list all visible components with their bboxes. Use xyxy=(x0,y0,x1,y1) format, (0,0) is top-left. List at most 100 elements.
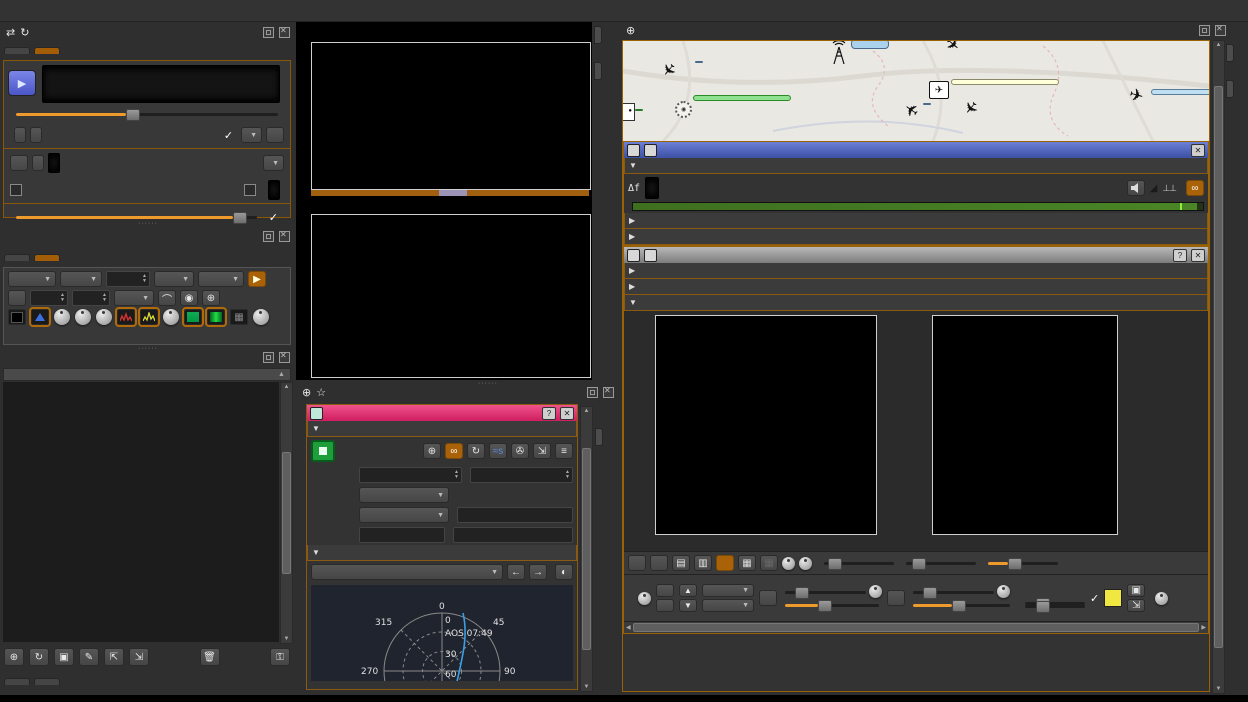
time-dropdown[interactable]: ▼ xyxy=(359,487,449,503)
memory-knob[interactable] xyxy=(1155,592,1168,605)
resize-grip[interactable]: ······ xyxy=(130,346,166,351)
tab-presets[interactable] xyxy=(4,678,30,685)
offset-checkbox[interactable] xyxy=(244,184,256,196)
rfbw-dial[interactable] xyxy=(268,180,280,200)
fm-settings-section[interactable]: ▼ xyxy=(624,158,1208,174)
frequency-scale-bar[interactable] xyxy=(311,190,589,196)
fm-close-icon[interactable]: ✕ xyxy=(1191,144,1205,157)
fft-window-dropdown[interactable]: ▼ xyxy=(8,271,56,287)
delta-frequency-dial[interactable] xyxy=(645,177,659,199)
map-station-icon[interactable]: ● xyxy=(623,103,635,121)
trace-add-button[interactable] xyxy=(656,584,674,597)
current-trace-icon[interactable] xyxy=(140,309,158,325)
time-base-slider[interactable] xyxy=(824,557,894,569)
amp-auto-button[interactable] xyxy=(759,590,777,606)
bias-t-checkbox[interactable]: ✓ xyxy=(224,129,233,142)
dark-theme-icon[interactable]: ◐ xyxy=(555,564,573,580)
range-spinner[interactable]: ▲▼ xyxy=(72,290,110,306)
preset-import-icon[interactable]: ⇲ xyxy=(129,648,149,666)
fm-demod-titlebar[interactable]: ✕ xyxy=(624,142,1208,158)
decay-knob[interactable] xyxy=(54,309,70,325)
tracker-find-icon[interactable]: ⊕ xyxy=(423,443,441,459)
analyzer-titlebar[interactable]: ? ✕ xyxy=(624,247,1208,263)
scope-x-button[interactable] xyxy=(628,555,646,571)
trace-mode-dropdown[interactable]: ▼ xyxy=(702,599,754,612)
ofs-exp-slider[interactable] xyxy=(913,599,1010,611)
scope-xy-plot[interactable] xyxy=(932,315,1118,535)
icao-label-2[interactable] xyxy=(923,103,931,105)
histogram-knob[interactable] xyxy=(96,309,112,325)
tracker-update-tle-icon[interactable]: ⇲ xyxy=(533,443,551,459)
baseband-spectrum-section[interactable]: ▶ xyxy=(624,213,1208,229)
analyzer-s-badge[interactable] xyxy=(644,249,657,262)
trace-view-checkbox[interactable]: ✓ xyxy=(1090,592,1099,605)
tracker-close-icon[interactable]: ✕ xyxy=(560,407,574,420)
time-offset-slider[interactable] xyxy=(906,557,976,569)
tracker-doppler-icon[interactable]: ≈s xyxy=(489,443,507,459)
analyzer-c-badge[interactable] xyxy=(627,249,640,262)
scope-grid-dark-icon[interactable]: ▦ xyxy=(760,555,778,571)
scope-trace-plot[interactable] xyxy=(655,315,877,535)
scope-xy-button[interactable] xyxy=(716,555,734,571)
channels-vtab-r0[interactable] xyxy=(1226,44,1234,62)
feature-presets-icon[interactable]: ☆ xyxy=(316,386,326,399)
tracker-autotarget-icon[interactable]: ↻ xyxy=(467,443,485,459)
iq-button[interactable] xyxy=(30,127,42,143)
amp-exp-slider[interactable] xyxy=(785,599,879,611)
trace-select-knob[interactable] xyxy=(638,592,651,605)
ref-level-spinner[interactable]: ▲▼ xyxy=(30,290,68,306)
local-osc-button[interactable] xyxy=(10,155,28,171)
airport-icon[interactable]: ✈ xyxy=(929,81,949,99)
preset-update-icon[interactable]: ↻ xyxy=(29,648,49,666)
antenna-tower-icon[interactable] xyxy=(831,41,847,65)
ofs-knob[interactable] xyxy=(997,585,1010,598)
tracker-stop-button[interactable] xyxy=(311,440,335,462)
tracker-help-icon[interactable]: ? xyxy=(542,407,556,420)
features-scrollbar[interactable]: ▲▼ xyxy=(580,406,593,692)
tracker-channel-badge[interactable] xyxy=(310,407,323,420)
overlap-dropdown[interactable]: ▼ xyxy=(154,271,194,287)
fm-s-badge[interactable] xyxy=(644,144,657,157)
device-close-icon[interactable] xyxy=(279,27,290,38)
swap-device-icon[interactable]: ⇄ xyxy=(6,26,15,39)
icao-label-1[interactable] xyxy=(695,61,703,63)
decay-dropdown[interactable]: ▼ xyxy=(114,290,154,306)
agc-checkbox[interactable]: ✓ xyxy=(269,211,278,224)
channels-restore-icon[interactable] xyxy=(1199,25,1210,36)
center-frequency-dial[interactable] xyxy=(42,65,280,103)
reload-device-icon[interactable]: ↻ xyxy=(20,26,29,39)
features-vtab-f0[interactable] xyxy=(595,428,603,446)
tracker-settings-section[interactable]: ▼ xyxy=(307,421,577,437)
presets-restore-icon[interactable] xyxy=(263,352,274,363)
trace-knob[interactable] xyxy=(163,309,179,325)
grid-knob[interactable] xyxy=(253,309,269,325)
waterfall-plot[interactable] xyxy=(311,214,591,378)
spectrum-vtab-r0[interactable] xyxy=(594,26,602,44)
stroke-knob[interactable] xyxy=(75,309,91,325)
scope-vsplit-icon[interactable]: ▥ xyxy=(694,555,712,571)
fm-c-badge[interactable] xyxy=(627,144,640,157)
nomod-checkbox[interactable] xyxy=(10,184,22,196)
waterfall-icon[interactable] xyxy=(184,309,202,325)
analyzer-scope-section[interactable]: ▼ xyxy=(624,295,1208,311)
averaging-spinner[interactable]: ▲▼ xyxy=(106,271,150,287)
calibration-icon[interactable]: ◉ xyxy=(180,290,198,306)
pass-chart-section[interactable]: ▼ xyxy=(307,545,577,561)
refresh-dropdown[interactable]: ▼ xyxy=(198,271,244,287)
trace-up-icon[interactable]: ▲ xyxy=(679,584,697,597)
features-close-icon[interactable] xyxy=(603,387,614,398)
scope-load-icon[interactable]: ⇲ xyxy=(1127,599,1145,612)
next-pass-icon[interactable]: → xyxy=(529,564,547,580)
amp-knob[interactable] xyxy=(869,585,882,598)
preset-delete-icon[interactable]: 🗑 xyxy=(200,648,220,666)
sample-rate-button[interactable] xyxy=(32,155,44,171)
rds-data-section[interactable]: ▶ xyxy=(624,229,1208,245)
resize-grip[interactable]: ······ xyxy=(130,221,166,226)
channel-marker[interactable] xyxy=(439,190,467,196)
transverter-button[interactable] xyxy=(266,127,284,143)
analyzer-close-icon[interactable]: ✕ xyxy=(1191,249,1205,262)
black-display-icon[interactable] xyxy=(8,309,26,325)
device-tab-r0[interactable] xyxy=(4,47,30,54)
fft-size-dropdown[interactable]: ▼ xyxy=(60,271,102,287)
longitude-spinner[interactable]: ▲▼ xyxy=(470,467,573,483)
